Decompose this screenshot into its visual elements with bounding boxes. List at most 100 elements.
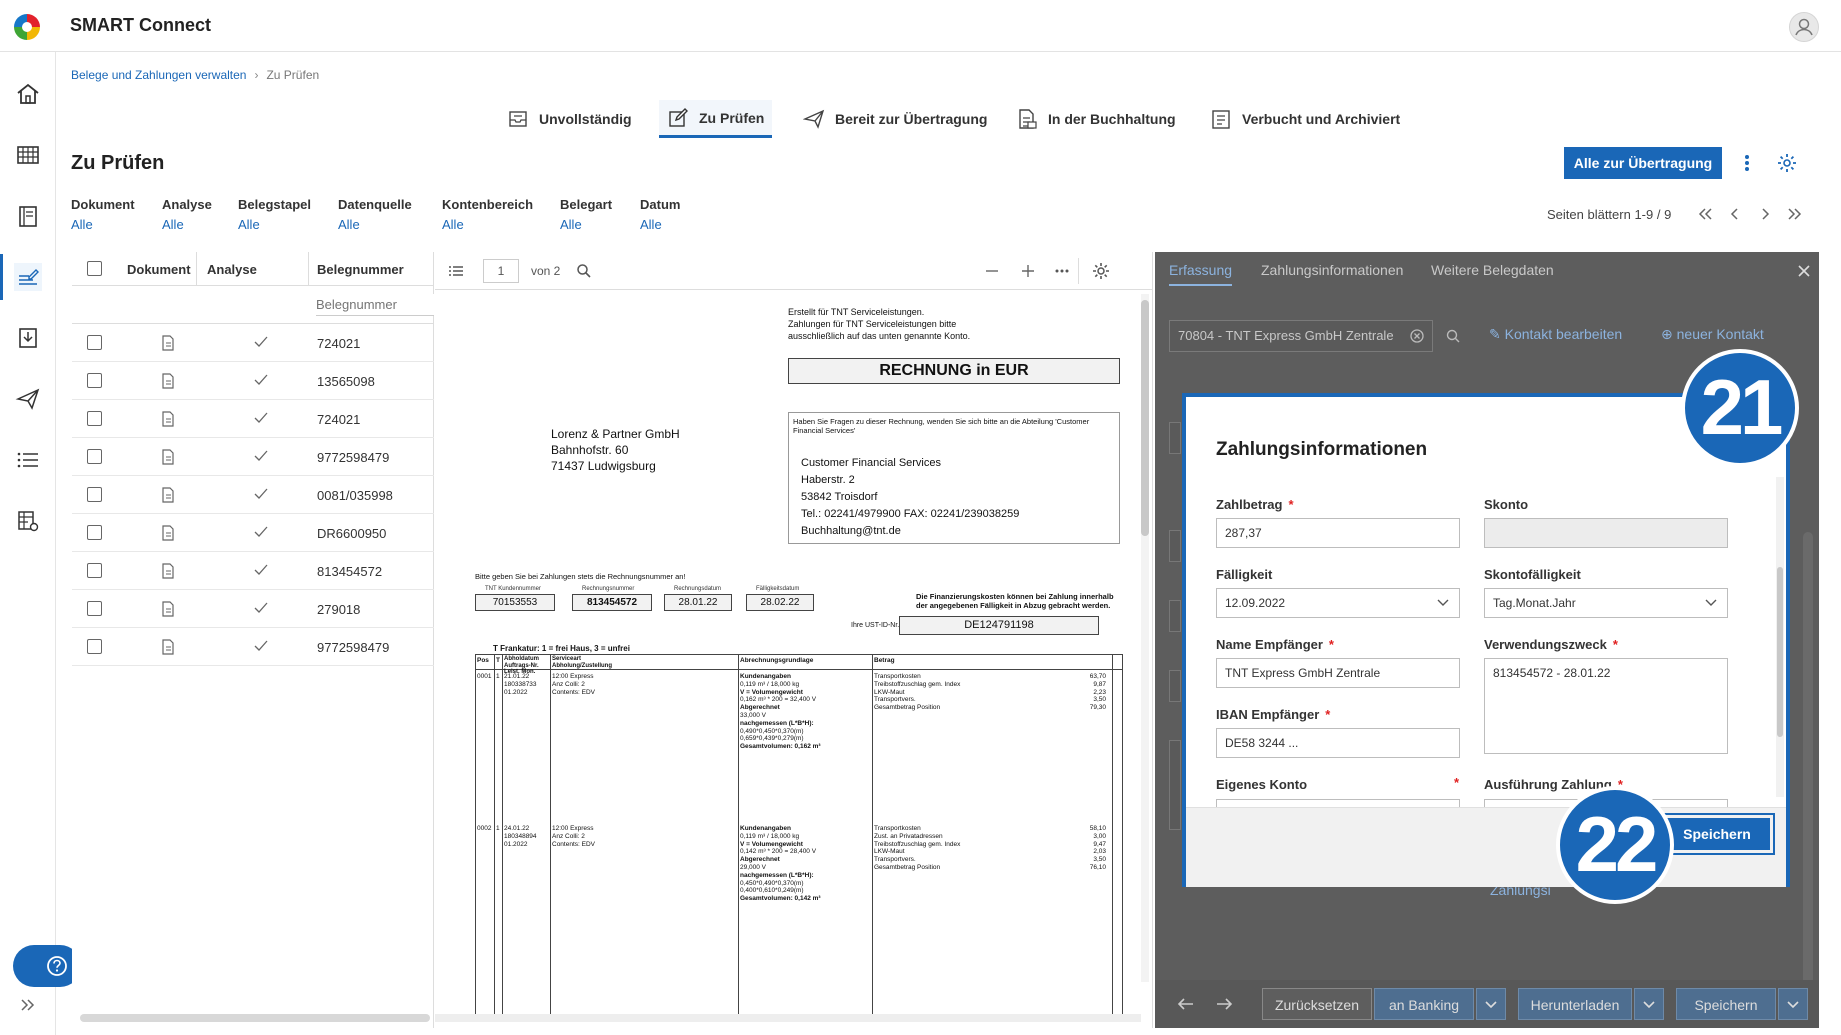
filter-datum[interactable]: Datum Alle	[640, 197, 680, 232]
th-service: Serviceart Abholung/Zustellung	[552, 656, 612, 669]
viewer-scrollbar-thumb[interactable]	[1141, 300, 1149, 536]
table-row[interactable]: 724021	[72, 324, 434, 362]
row-checkbox[interactable]	[87, 373, 102, 388]
iban-input[interactable]: DE58 3244 ...	[1216, 728, 1460, 758]
sidebar-item-send[interactable]	[14, 385, 42, 413]
next-document-button[interactable]	[1214, 995, 1234, 1013]
table-row[interactable]: 724021	[72, 400, 434, 438]
faelligkeit-select[interactable]: 12.09.2022	[1216, 588, 1460, 618]
viewer-more-button[interactable]	[1053, 262, 1071, 280]
table-row[interactable]: 9772598479	[72, 438, 434, 476]
sidebar-expand-button[interactable]	[19, 996, 37, 1014]
row-checkbox[interactable]	[87, 487, 102, 502]
column-header-analyse[interactable]: Analyse	[207, 262, 257, 277]
table-row[interactable]: 9772598479	[72, 628, 434, 666]
user-avatar[interactable]	[1789, 12, 1819, 42]
filter-kontenbereich[interactable]: Kontenbereich Alle	[442, 197, 533, 232]
zahlbetrag-input[interactable]: 287,37	[1216, 518, 1460, 548]
save-bottom-button[interactable]: Speichern	[1676, 988, 1776, 1020]
reset-button[interactable]: Zurücksetzen	[1262, 988, 1372, 1020]
table-row[interactable]: 13565098	[72, 362, 434, 400]
contact-field[interactable]: 70804 - TNT Express GmbH Zentrale	[1169, 320, 1433, 352]
row-checkbox[interactable]	[87, 639, 102, 654]
document-icon	[162, 525, 174, 541]
dialog-save-button[interactable]: Speichern	[1659, 813, 1775, 855]
clear-contact-icon[interactable]	[1409, 328, 1425, 344]
outline-button[interactable]	[447, 262, 465, 280]
horizontal-scrollbar[interactable]	[80, 1014, 430, 1022]
next-page-button[interactable]	[1756, 205, 1774, 223]
filter-datenquelle[interactable]: Datenquelle Alle	[338, 197, 412, 232]
contact-search-icon[interactable]	[1445, 328, 1461, 344]
tab-verbucht-und-archiviert[interactable]: Verbucht und Archiviert	[1210, 100, 1400, 138]
hidden-field	[1169, 422, 1181, 454]
row-checkbox[interactable]	[87, 563, 102, 578]
filter-belegstapel[interactable]: Belegstapel Alle	[238, 197, 311, 232]
row-checkbox[interactable]	[87, 449, 102, 464]
settings-button[interactable]	[1776, 152, 1798, 174]
row-checkbox[interactable]	[87, 525, 102, 540]
zoom-in-button[interactable]	[1019, 262, 1037, 280]
sidebar-item-import[interactable]	[14, 324, 42, 352]
column-header-belegnummer[interactable]: Belegnummer	[317, 262, 404, 277]
close-detail-button[interactable]	[1797, 264, 1811, 278]
column-header-dokument[interactable]: Dokument	[127, 262, 191, 277]
sidebar-item-table[interactable]	[14, 141, 42, 169]
last-page-button[interactable]	[1786, 205, 1804, 223]
previous-document-button[interactable]	[1176, 995, 1196, 1013]
invoice-item-line: Kundenangaben	[740, 825, 791, 832]
tab-in-der-buchhaltung[interactable]: In der Buchhaltung	[1016, 100, 1176, 138]
download-dropdown-button[interactable]	[1634, 988, 1664, 1020]
help-button[interactable]	[13, 945, 81, 987]
tab-bereit-zur-uebertragung[interactable]: Bereit zur Übertragung	[803, 100, 987, 138]
select-all-checkbox[interactable]	[87, 261, 102, 276]
tab-weitere-belegdaten[interactable]: Weitere Belegdaten	[1431, 262, 1554, 278]
eigenes-konto-select[interactable]	[1216, 799, 1460, 807]
edit-contact-link[interactable]: ✎ Kontakt bearbeiten	[1489, 326, 1622, 343]
table-row[interactable]: 279018	[72, 590, 434, 628]
sidebar-item-settings-table[interactable]	[14, 507, 42, 535]
new-contact-link[interactable]: ⊕ neuer Kontakt	[1661, 326, 1764, 343]
banking-button[interactable]: an Banking	[1374, 988, 1474, 1020]
sidebar-item-list[interactable]	[14, 446, 42, 474]
tab-zu-pruefen[interactable]: Zu Prüfen	[659, 100, 773, 138]
row-checkbox[interactable]	[87, 411, 102, 426]
detail-scrollbar[interactable]	[1803, 532, 1813, 992]
required-mark: *	[1328, 637, 1334, 652]
filter-analyse[interactable]: Analyse Alle	[162, 197, 212, 232]
breadcrumb-parent[interactable]: Belege und Zahlungen verwalten	[71, 68, 246, 82]
filter-dokument[interactable]: Dokument Alle	[71, 197, 135, 232]
viewer-search-button[interactable]	[575, 262, 593, 280]
skonto-input[interactable]	[1484, 518, 1728, 548]
filter-belegart[interactable]: Belegart Alle	[560, 197, 612, 232]
save-dropdown-button[interactable]	[1778, 988, 1808, 1020]
verwendungszweck-textarea[interactable]: 813454572 - 28.01.22	[1484, 658, 1728, 754]
row-checkbox[interactable]	[87, 335, 102, 350]
invoice-item-cell: Kundenangaben 0,119 m³ / 18,000 kg V = Vol…	[740, 673, 821, 751]
zoom-out-button[interactable]	[983, 262, 1001, 280]
prev-page-button[interactable]	[1726, 205, 1744, 223]
sidebar-item-documents[interactable]	[14, 202, 42, 230]
viewer-settings-button[interactable]	[1091, 261, 1111, 281]
belegnummer-filter-input[interactable]	[316, 294, 434, 316]
dialog-scrollbar-thumb[interactable]	[1777, 567, 1783, 737]
table-row[interactable]: 0081/035998	[72, 476, 434, 514]
table-row[interactable]: DR6600950	[72, 514, 434, 552]
tab-erfassung[interactable]: Erfassung	[1169, 262, 1233, 286]
first-page-button[interactable]	[1696, 205, 1714, 223]
sidebar-item-review[interactable]	[14, 263, 42, 291]
alle-zur-uebertragung-button[interactable]: Alle zur Übertragung	[1564, 147, 1722, 179]
banking-dropdown-button[interactable]	[1476, 988, 1506, 1020]
table-row[interactable]: 813454572	[72, 552, 434, 590]
page-number-input[interactable]	[483, 259, 519, 283]
tab-zahlungsinformationen[interactable]: Zahlungsinformationen	[1261, 262, 1403, 278]
tab-unvollstaendig[interactable]: Unvollständig	[507, 100, 632, 138]
sidebar-item-home[interactable]	[14, 80, 42, 108]
row-checkbox[interactable]	[87, 601, 102, 616]
skontofaelligkeit-select[interactable]: Tag.Monat.Jahr	[1484, 588, 1728, 618]
download-button[interactable]: Herunterladen	[1518, 988, 1632, 1020]
more-menu-button[interactable]	[1737, 152, 1757, 174]
viewer-hscroll[interactable]	[435, 1014, 1141, 1022]
empfaenger-input[interactable]: TNT Express GmbH Zentrale	[1216, 658, 1460, 688]
invoice-heading: RECHNUNG in EUR	[788, 358, 1120, 384]
